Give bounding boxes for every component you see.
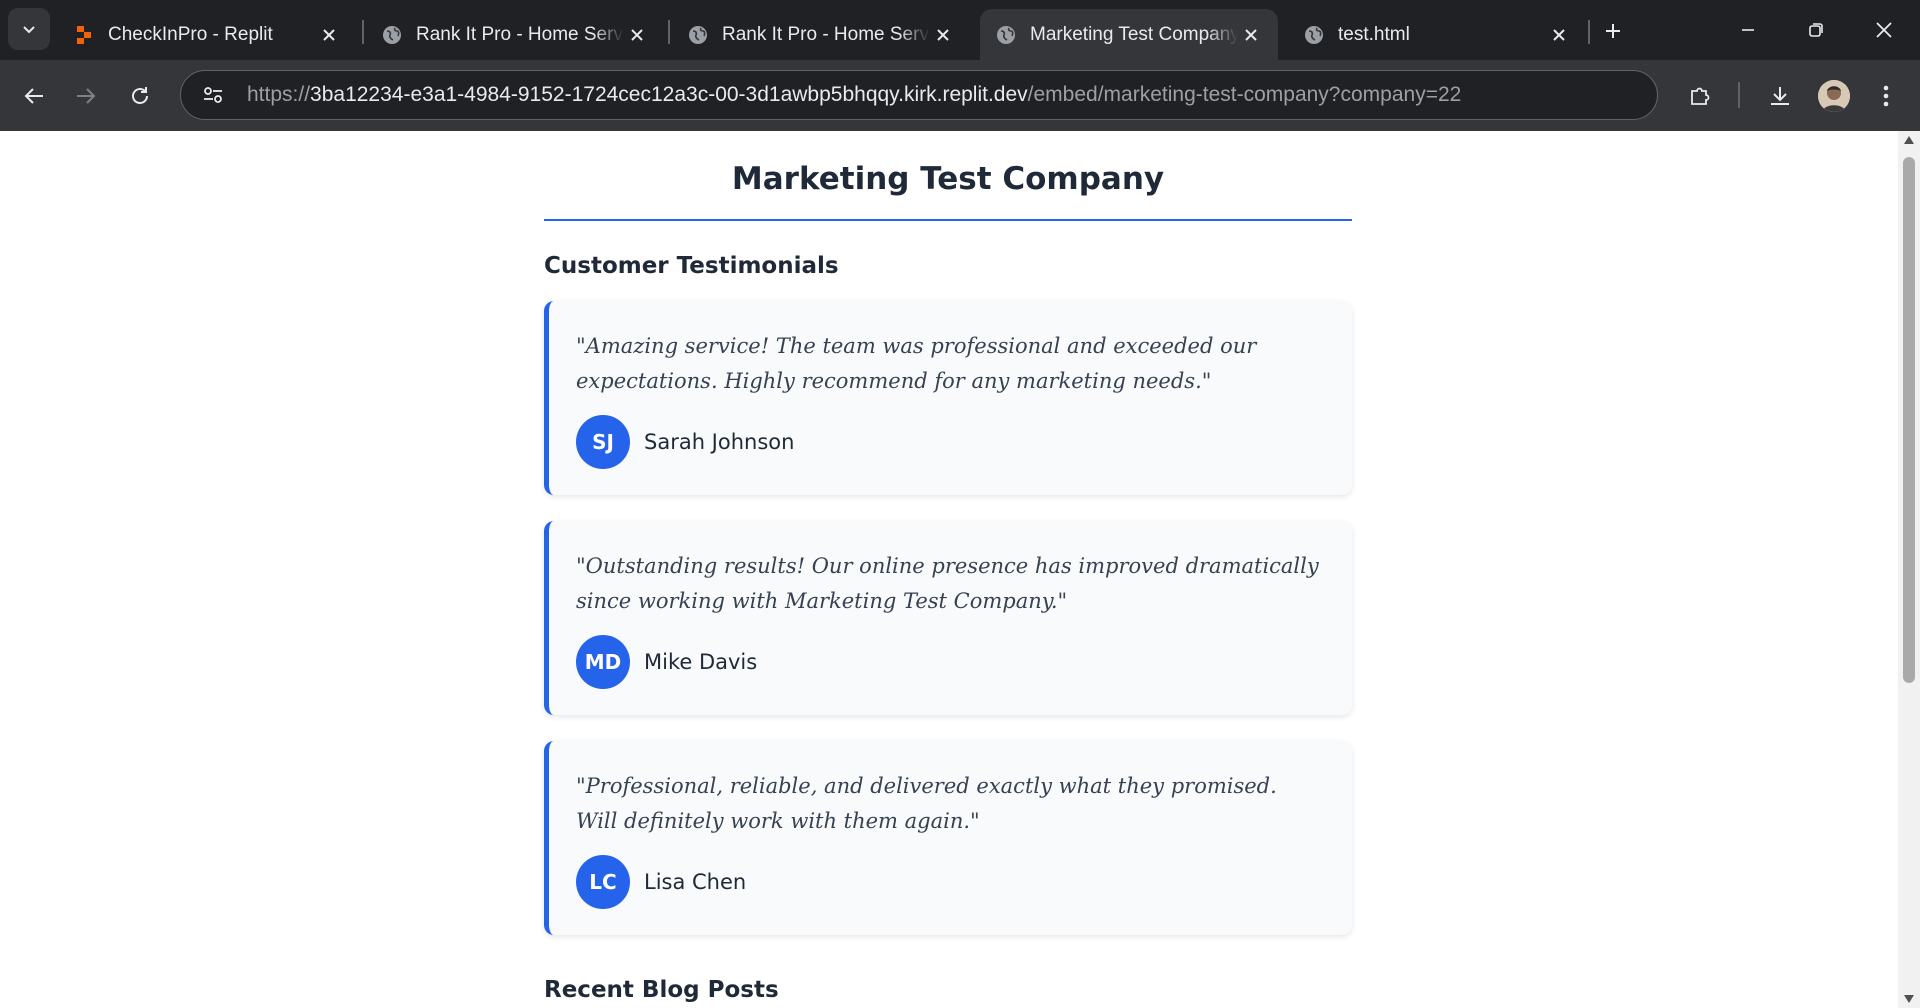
address-bar[interactable]: https://3ba12234-e3a1-4984-9152-1724cec1… bbox=[180, 70, 1658, 120]
close-icon[interactable] bbox=[1546, 22, 1572, 48]
url-path: /embed/marketing-test-company?company=22 bbox=[1027, 83, 1462, 106]
tab-title: Rank It Pro - Home Servi bbox=[416, 23, 624, 45]
author-name: Lisa Chen bbox=[644, 870, 747, 894]
avatar: LC bbox=[576, 855, 630, 909]
download-icon bbox=[1771, 87, 1789, 105]
avatar: SJ bbox=[576, 415, 630, 469]
arrow-left-icon bbox=[24, 88, 43, 104]
scroll-down-icon[interactable] bbox=[1903, 993, 1915, 1005]
plus-icon bbox=[1606, 24, 1620, 38]
tab-title: Rank It Pro - Home Servi bbox=[722, 23, 930, 45]
toolbar-separator bbox=[1738, 82, 1740, 108]
chevron-down-icon bbox=[23, 26, 35, 34]
blog-heading: Recent Blog Posts bbox=[544, 977, 779, 1003]
puzzle-icon bbox=[1691, 87, 1710, 105]
testimonial-author: LC Lisa Chen bbox=[576, 855, 1322, 909]
avatar: MD bbox=[576, 635, 630, 689]
replit-icon bbox=[74, 25, 94, 45]
new-tab-button[interactable] bbox=[1594, 12, 1632, 50]
page-scrollbar[interactable] bbox=[1898, 131, 1920, 1008]
restore-icon bbox=[1809, 23, 1823, 37]
reload-icon bbox=[132, 87, 148, 104]
globe-icon bbox=[382, 25, 402, 45]
testimonial-quote: "Professional, reliable, and delivered e… bbox=[576, 774, 1277, 833]
author-name: Mike Davis bbox=[644, 650, 758, 674]
testimonial-author: MD Mike Davis bbox=[576, 635, 1322, 689]
testimonials-heading: Customer Testimonials bbox=[544, 253, 839, 279]
profile-avatar[interactable] bbox=[1818, 80, 1850, 112]
tab-test-html[interactable]: test.html bbox=[1288, 9, 1586, 60]
close-icon bbox=[1876, 22, 1892, 38]
arrow-right-icon bbox=[77, 88, 96, 104]
tab-rank-it-pro-1[interactable]: Rank It Pro - Home Servi bbox=[366, 9, 664, 60]
page-viewport: Marketing Test Company Customer Testimon… bbox=[0, 131, 1898, 1008]
embed-content: Marketing Test Company Customer Testimon… bbox=[544, 131, 1352, 1003]
tab-separator bbox=[668, 20, 670, 44]
reload-button[interactable] bbox=[118, 74, 162, 118]
browser-toolbar: https://3ba12234-e3a1-4984-9152-1724cec1… bbox=[0, 60, 1920, 131]
globe-icon bbox=[996, 25, 1016, 45]
testimonial-card: "Amazing service! The team was professio… bbox=[544, 301, 1352, 495]
testimonial-author: SJ Sarah Johnson bbox=[576, 415, 1322, 469]
menu-button[interactable] bbox=[1864, 74, 1908, 118]
minimize-icon bbox=[1742, 29, 1754, 31]
minimize-button[interactable] bbox=[1714, 0, 1782, 60]
testimonial-quote: "Outstanding results! Our online presenc… bbox=[576, 554, 1319, 613]
tab-title: CheckInPro - Replit bbox=[108, 23, 273, 45]
author-name: Sarah Johnson bbox=[644, 430, 795, 454]
url-text: https://3ba12234-e3a1-4984-9152-1724cec1… bbox=[247, 83, 1461, 107]
tab-separator bbox=[362, 20, 364, 44]
tab-rank-it-pro-2[interactable]: Rank It Pro - Home Servi bbox=[672, 9, 970, 60]
globe-icon bbox=[1304, 25, 1324, 45]
tab-marketing-test-company[interactable]: Marketing Test Company bbox=[980, 9, 1278, 60]
restore-button[interactable] bbox=[1782, 0, 1850, 60]
tab-separator bbox=[1588, 20, 1590, 44]
site-info-icon[interactable] bbox=[191, 73, 235, 117]
extensions-button[interactable] bbox=[1678, 74, 1722, 118]
close-icon[interactable] bbox=[624, 22, 650, 48]
testimonial-card: "Outstanding results! Our online presenc… bbox=[544, 521, 1352, 715]
globe-icon bbox=[688, 25, 708, 45]
close-icon[interactable] bbox=[316, 22, 342, 48]
close-icon[interactable] bbox=[930, 22, 956, 48]
tab-title: test.html bbox=[1338, 23, 1410, 45]
scroll-up-icon[interactable] bbox=[1903, 134, 1915, 146]
tab-title: Marketing Test Company bbox=[1030, 23, 1238, 45]
tab-strip: CheckInPro - Replit Rank It Pro - Home S… bbox=[0, 0, 1920, 60]
tab-search-button[interactable] bbox=[8, 8, 50, 50]
tab-checkinpro[interactable]: CheckInPro - Replit bbox=[58, 9, 356, 60]
back-button[interactable] bbox=[12, 74, 56, 118]
scrollbar-thumb[interactable] bbox=[1903, 157, 1915, 683]
forward-button[interactable] bbox=[64, 74, 108, 118]
url-host: 3ba12234-e3a1-4984-9152-1724cec12a3c-00-… bbox=[310, 83, 1028, 106]
testimonial-card: "Professional, reliable, and delivered e… bbox=[544, 741, 1352, 935]
close-window-button[interactable] bbox=[1850, 0, 1918, 60]
close-icon[interactable] bbox=[1238, 22, 1264, 48]
downloads-button[interactable] bbox=[1758, 74, 1802, 118]
more-vertical-icon bbox=[1883, 85, 1889, 107]
testimonial-quote: "Amazing service! The team was professio… bbox=[576, 334, 1257, 393]
url-scheme: https:// bbox=[247, 83, 311, 106]
page-title: Marketing Test Company bbox=[544, 131, 1352, 221]
